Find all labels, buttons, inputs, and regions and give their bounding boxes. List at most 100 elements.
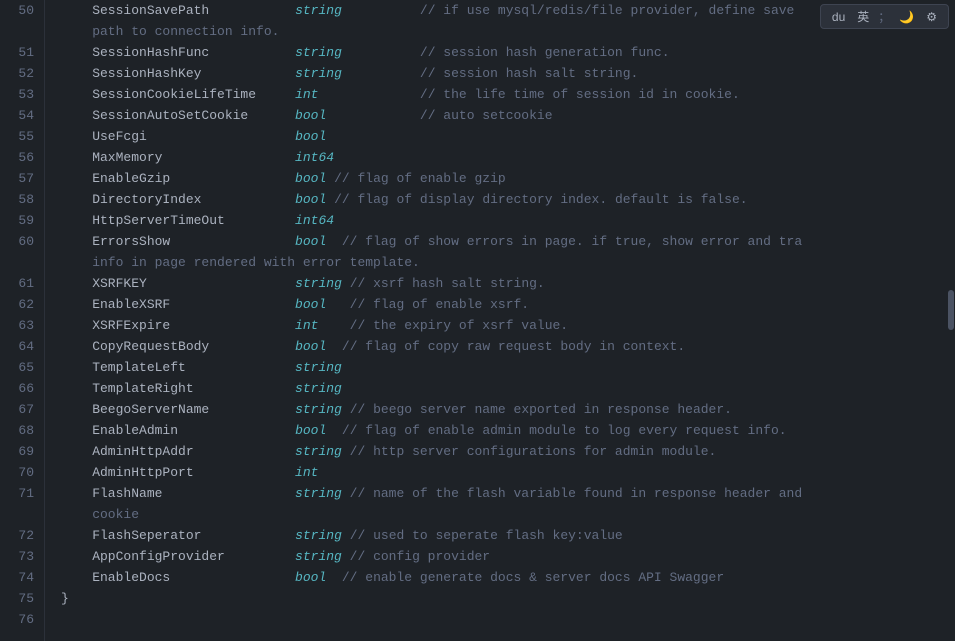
scrollbar-thumb[interactable] <box>948 290 954 330</box>
whitespace <box>147 273 295 294</box>
comment-text: // flag of enable gzip <box>334 168 506 189</box>
comment-text: // flag of show errors in page. if true,… <box>342 231 802 252</box>
code-line-70: AdminHttpPort int <box>61 462 937 483</box>
comment-text: // name of the flash variable found in r… <box>350 483 802 504</box>
whitespace <box>209 0 295 21</box>
toolbar-lang[interactable]: 英 <box>854 7 872 26</box>
code-line-71: FlashName string // name of the flash va… <box>61 483 937 504</box>
whitespace <box>209 399 295 420</box>
line-number-55: 55 <box>0 126 34 147</box>
whitespace <box>318 315 349 336</box>
whitespace <box>225 210 295 231</box>
editor-container: du 英 ； 🌙 ⚙ 50515253545556575859606162636… <box>0 0 955 641</box>
comment-text: cookie <box>61 504 139 525</box>
code-line-66: TemplateRight string <box>61 378 937 399</box>
line-number-68: 68 <box>0 420 34 441</box>
whitespace <box>162 483 295 504</box>
whitespace <box>147 126 295 147</box>
type-keyword: string <box>295 378 342 399</box>
code-line-cont-12: info in page rendered with error templat… <box>61 252 937 273</box>
field-name: FlashName <box>61 483 162 504</box>
whitespace <box>326 294 349 315</box>
type-keyword: int <box>295 462 318 483</box>
code-line-76 <box>61 609 937 630</box>
comment-text: // enable generate docs & server docs AP… <box>342 567 724 588</box>
line-number-61: 61 <box>0 273 34 294</box>
field-name: CopyRequestBody <box>61 336 209 357</box>
line-number-64: 64 <box>0 336 34 357</box>
whitespace <box>318 84 419 105</box>
line-number-74: 74 <box>0 567 34 588</box>
field-name: HttpServerTimeOut <box>61 210 225 231</box>
type-keyword: string <box>295 399 342 420</box>
whitespace <box>326 336 342 357</box>
whitespace <box>342 273 350 294</box>
code-line-56: MaxMemory int64 <box>61 147 937 168</box>
field-name: TemplateLeft <box>61 357 186 378</box>
line-number-70: 70 <box>0 462 34 483</box>
type-keyword: string <box>295 525 342 546</box>
line-number-65: 65 <box>0 357 34 378</box>
line-number-51: 51 <box>0 42 34 63</box>
line-numbers: 5051525354555657585960616263646566676869… <box>0 0 45 641</box>
whitespace <box>225 546 295 567</box>
code-line-cont-24: cookie <box>61 504 937 525</box>
whitespace <box>326 168 334 189</box>
type-keyword: string <box>295 357 342 378</box>
line-number-52: 52 <box>0 63 34 84</box>
toolbar: du 英 ； 🌙 ⚙ <box>820 4 949 29</box>
bracket: } <box>61 588 69 609</box>
code-line-65: TemplateLeft string <box>61 357 937 378</box>
line-number-56: 56 <box>0 147 34 168</box>
field-name: MaxMemory <box>61 147 162 168</box>
type-keyword: bool <box>295 294 326 315</box>
line-number-53: 53 <box>0 84 34 105</box>
type-keyword: string <box>295 546 342 567</box>
comment-text: // session hash generation func. <box>420 42 670 63</box>
line-number-60: 60 <box>0 231 34 252</box>
field-name: ErrorsShow <box>61 231 170 252</box>
whitespace <box>209 42 295 63</box>
code-line-67: BeegoServerName string // beego server n… <box>61 399 937 420</box>
field-name: FlashSeperator <box>61 525 201 546</box>
whitespace <box>342 63 420 84</box>
line-number-67: 67 <box>0 399 34 420</box>
whitespace <box>342 378 420 399</box>
whitespace <box>256 84 295 105</box>
type-keyword: bool <box>295 231 326 252</box>
whitespace <box>342 42 420 63</box>
line-number-50: 50 <box>0 0 34 21</box>
whitespace <box>342 0 420 21</box>
type-keyword: bool <box>295 336 326 357</box>
code-line-62: EnableXSRF bool // flag of enable xsrf. <box>61 294 937 315</box>
line-number-75: 75 <box>0 588 34 609</box>
field-name: EnableXSRF <box>61 294 170 315</box>
comment-text: // beego server name exported in respons… <box>350 399 732 420</box>
whitespace <box>209 336 295 357</box>
whitespace <box>326 567 342 588</box>
field-name: EnableAdmin <box>61 420 178 441</box>
type-keyword: string <box>295 273 342 294</box>
code-line-54: SessionAutoSetCookie bool // auto setcoo… <box>61 105 937 126</box>
toolbar-divider-1: ； <box>878 8 890 25</box>
toolbar-settings[interactable]: ⚙ <box>923 9 940 25</box>
type-keyword: bool <box>295 126 326 147</box>
code-line-64: CopyRequestBody bool // flag of copy raw… <box>61 336 937 357</box>
code-line-72: FlashSeperator string // used to seperat… <box>61 525 937 546</box>
code-line-73: AppConfigProvider string // config provi… <box>61 546 937 567</box>
field-name: SessionSavePath <box>61 0 209 21</box>
whitespace <box>178 420 295 441</box>
line-number-cont-1 <box>0 21 34 42</box>
field-name: UseFcgi <box>61 126 147 147</box>
whitespace <box>194 462 295 483</box>
whitespace <box>170 315 295 336</box>
type-keyword: int64 <box>295 210 334 231</box>
type-keyword: bool <box>295 420 326 441</box>
type-keyword: int <box>295 315 318 336</box>
toolbar-du[interactable]: du <box>829 9 848 25</box>
toolbar-moon[interactable]: 🌙 <box>896 9 917 25</box>
field-name: SessionAutoSetCookie <box>61 105 248 126</box>
type-keyword: string <box>295 441 342 462</box>
comment-text: // the expiry of xsrf value. <box>350 315 568 336</box>
scrollbar-area[interactable] <box>947 0 955 641</box>
